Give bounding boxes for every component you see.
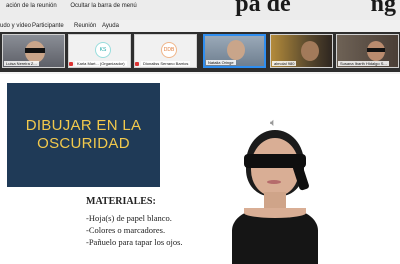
menu-bar: udo y vídeo Participante Reunión Ayuda — [0, 20, 400, 32]
participant-name: Dionaliss Serrano Barrios — [141, 61, 191, 66]
participant-tile[interactable]: Luisa Nereira Z... — [2, 34, 65, 68]
speaker-icon[interactable]: 🔈︎ — [270, 117, 277, 130]
glasses-icon — [367, 48, 385, 52]
overlay-title: pa de ng — [235, 0, 396, 17]
participant-strip: Luisa Nereira Z... KS Karla Mart... (Org… — [0, 32, 400, 72]
slide-title-box: DIBUJAR EN LA OSCURIDAD — [7, 83, 160, 187]
avatar: DDB — [161, 42, 177, 58]
participant-tile[interactable]: Susana Ibarth Hidalgo S... — [336, 34, 399, 68]
participant-tile-active[interactable]: Natalia Oringe — [203, 34, 266, 68]
participant-name: Natalia Oringe — [206, 60, 236, 65]
avatar: KS — [95, 42, 111, 58]
menu-item-help[interactable]: Ayuda — [102, 23, 119, 29]
blindfolded-woman-image — [224, 130, 324, 264]
materials-list: MATERIALES: -Hoja(s) de papel blanco. -C… — [86, 196, 183, 248]
hide-menu-bar-label[interactable]: Ocultar la barra de menú — [70, 3, 136, 9]
materials-heading: MATERIALES: — [86, 196, 156, 207]
participant-tile[interactable]: KS Karla Mart... (Organizador) — [68, 34, 131, 68]
slide-title: DIBUJAR EN LA OSCURIDAD — [25, 117, 142, 152]
list-item: -Hoja(s) de papel blanco. — [86, 213, 172, 223]
participant-name: Susana Ibarth Hidalgo S... — [338, 61, 389, 66]
menu-item-audio-video[interactable]: udo y vídeo — [0, 23, 31, 29]
menu-item-participants[interactable]: Participante — [32, 23, 64, 29]
menu-item-meeting[interactable]: Reunión — [74, 23, 96, 29]
window-title-bar: ación de la reunión Ocultar la barra de … — [0, 0, 400, 21]
shared-slide: DIBUJAR EN LA OSCURIDAD 🔈︎ MATERIALES: -… — [0, 74, 400, 264]
participant-tile[interactable]: almolal 980 — [270, 34, 333, 68]
muted-mic-icon — [69, 62, 73, 66]
list-item: -Pañuelo para tapar los ojos. — [86, 237, 183, 247]
participant-name: Luisa Nereira Z... — [4, 61, 39, 66]
muted-mic-icon — [135, 62, 139, 66]
meeting-info-bar: ación de la reunión Ocultar la barra de … — [6, 3, 137, 9]
participant-name: almolal 980 — [272, 61, 297, 66]
participant-name: Karla Mart... (Organizador) — [75, 61, 127, 66]
list-item: -Colores o marcadores. — [86, 225, 166, 235]
participant-tile[interactable]: DDB Dionaliss Serrano Barrios — [134, 34, 197, 68]
meeting-info-label[interactable]: ación de la reunión — [6, 3, 57, 9]
glasses-icon — [25, 48, 45, 53]
